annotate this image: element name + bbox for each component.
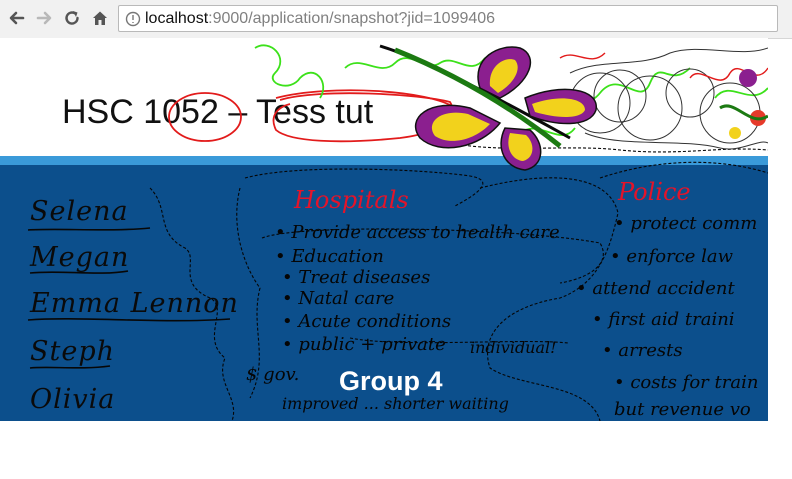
- blue-stripe: [0, 156, 768, 165]
- whiteboard-slide: HSC 1052 – Tess tut Selena Megan Emma Le…: [0, 38, 768, 421]
- hospital-bullet: • Natal care: [282, 288, 395, 309]
- home-button[interactable]: [89, 7, 111, 29]
- back-arrow-icon: [9, 11, 25, 25]
- police-bullet: • protect comm: [614, 213, 758, 234]
- butterfly-doodle: [379, 44, 597, 171]
- police-bullet: • arrests: [602, 340, 683, 361]
- url-host: localhost: [145, 10, 209, 27]
- name-item: Megan: [30, 242, 130, 273]
- name-item: Selena: [30, 196, 129, 227]
- hospitals-heading: Hospitals: [294, 186, 409, 214]
- forward-arrow-icon: [36, 11, 52, 25]
- address-bar[interactable]: localhost:9000/application/snapshot?jid=…: [118, 5, 778, 32]
- flower-doodles: [719, 69, 768, 139]
- back-button[interactable]: [6, 7, 28, 29]
- hospital-bullet: • Acute conditions: [282, 311, 452, 332]
- police-bullet: • attend accident: [576, 278, 735, 299]
- reload-button[interactable]: [61, 7, 83, 29]
- name-item: Olivia: [30, 384, 116, 415]
- slide-title: HSC 1052 – Tess tut: [62, 93, 374, 131]
- red-squiggles: [559, 52, 768, 81]
- page-icon: [125, 11, 141, 27]
- hospital-bullet: • public + private: [282, 334, 446, 355]
- grey-scribbles: [569, 47, 768, 150]
- url-path: :9000/application/snapshot?jid=1099406: [208, 10, 496, 27]
- hospital-note: individual!: [470, 338, 557, 357]
- browser-toolbar: localhost:9000/application/snapshot?jid=…: [0, 0, 792, 39]
- name-item: Emma Lennon: [30, 288, 239, 319]
- hospital-bullet: • Provide access to health care: [275, 222, 560, 243]
- police-bullet: • first aid traini: [592, 309, 735, 330]
- hospital-bullet: • Education: [275, 246, 384, 267]
- police-heading: Police: [618, 178, 691, 206]
- police-bullet: but revenue vo: [614, 399, 751, 420]
- reload-icon: [65, 11, 79, 25]
- hospital-bullet: • Treat diseases: [282, 267, 431, 288]
- police-bullet: • enforce law: [610, 246, 734, 267]
- group-label: Group 4: [339, 366, 443, 396]
- hospital-note: $ gov.: [246, 364, 300, 385]
- name-item: Steph: [30, 336, 115, 367]
- url-text: localhost:9000/application/snapshot?jid=…: [145, 10, 495, 28]
- forward-button[interactable]: [33, 7, 55, 29]
- police-bullet: • costs for train: [614, 372, 759, 393]
- home-icon: [93, 11, 107, 25]
